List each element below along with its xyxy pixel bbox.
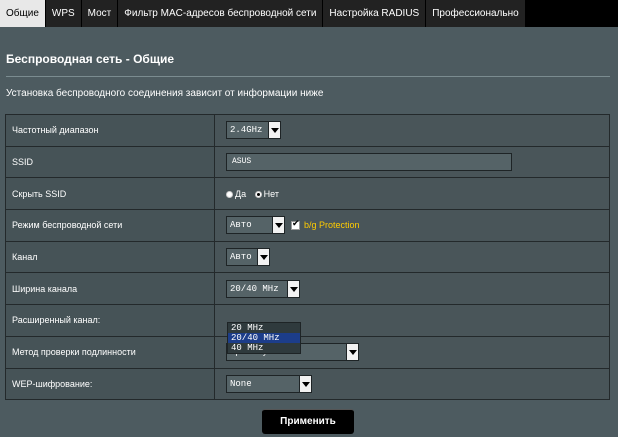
chevron-down-icon bbox=[287, 280, 299, 297]
ext-channel-label: Расширенный канал: bbox=[5, 304, 215, 337]
main-panel: Беспроводная сеть - Общие Установка бесп… bbox=[0, 27, 618, 437]
hide-ssid-no-radio[interactable] bbox=[254, 190, 262, 198]
chevron-down-icon bbox=[299, 375, 311, 392]
page-title: Беспроводная сеть - Общие bbox=[6, 52, 175, 66]
bandwidth-select[interactable]: 20/40 MHz bbox=[226, 279, 300, 298]
wep-label: WEP-шифрование: bbox=[5, 367, 215, 401]
tab-bridge[interactable]: Мост bbox=[81, 0, 119, 27]
row-mode: Режим беспроводной сети Авто b/g Protecti… bbox=[5, 209, 610, 242]
bandwidth-option[interactable]: 40 MHz bbox=[228, 343, 300, 353]
title-divider bbox=[6, 76, 610, 77]
chevron-down-icon bbox=[346, 344, 358, 361]
settings-table: Частотный диапазон 2.4GHz SSID ASUS Скры… bbox=[5, 114, 610, 401]
hide-ssid-yes-label: Да bbox=[235, 189, 247, 200]
row-band: Частотный диапазон 2.4GHz bbox=[5, 114, 610, 147]
band-select[interactable]: 2.4GHz bbox=[226, 121, 281, 140]
apply-button[interactable]: Применить bbox=[262, 409, 354, 434]
bandwidth-dropdown-list: 20 MHz 20/40 MHz 40 MHz bbox=[227, 322, 301, 354]
tab-bar-fill bbox=[525, 0, 618, 27]
channel-value: Авто bbox=[230, 252, 252, 263]
bandwidth-option[interactable]: 20/40 MHz bbox=[228, 333, 300, 343]
hide-ssid-label: Скрыть SSID bbox=[5, 177, 215, 211]
channel-label: Канал bbox=[5, 240, 215, 274]
ssid-label: SSID bbox=[5, 145, 215, 179]
row-ext-channel: Расширенный канал: bbox=[5, 304, 610, 337]
row-channel: Канал Авто bbox=[5, 240, 610, 274]
hide-ssid-yes-radio[interactable] bbox=[226, 190, 233, 198]
bg-protection-label: b/g Protection bbox=[304, 220, 360, 231]
tab-general[interactable]: Общие bbox=[0, 0, 46, 27]
row-wep: WEP-шифрование: None bbox=[5, 367, 610, 401]
bandwidth-value: 20/40 MHz bbox=[230, 283, 279, 294]
tab-wps[interactable]: WPS bbox=[45, 0, 82, 27]
page-description: Установка беспроводного соединения завис… bbox=[6, 88, 324, 99]
wep-select[interactable]: None bbox=[226, 374, 312, 393]
wep-value: None bbox=[230, 378, 252, 389]
row-ssid: SSID ASUS bbox=[5, 145, 610, 179]
row-hide-ssid: Скрыть SSID Да Нет bbox=[5, 177, 610, 211]
tab-bar: Общие WPS Мост Фильтр MAC-адресов беспро… bbox=[0, 0, 618, 27]
bandwidth-option[interactable]: 20 MHz bbox=[228, 323, 300, 333]
row-auth: Метод проверки подлинности Open System bbox=[5, 335, 610, 369]
auth-label: Метод проверки подлинности bbox=[5, 335, 215, 369]
bg-protection-checkbox[interactable] bbox=[291, 219, 300, 230]
band-value: 2.4GHz bbox=[230, 125, 263, 136]
chevron-down-icon bbox=[268, 122, 280, 139]
mode-label: Режим беспроводной сети bbox=[5, 209, 215, 242]
tab-professional[interactable]: Профессионально bbox=[426, 0, 526, 27]
mode-select[interactable]: Авто bbox=[226, 216, 285, 235]
hide-ssid-no-label: Нет bbox=[263, 189, 279, 200]
chevron-down-icon bbox=[272, 217, 284, 234]
row-bandwidth: Ширина канала 20/40 MHz bbox=[5, 272, 610, 306]
ssid-input[interactable]: ASUS bbox=[226, 153, 512, 172]
bandwidth-label: Ширина канала bbox=[5, 272, 215, 306]
band-label: Частотный диапазон bbox=[5, 114, 215, 147]
tab-mac-filter[interactable]: Фильтр MAC-адресов беспроводной сети bbox=[118, 0, 324, 27]
tab-radius[interactable]: Настройка RADIUS bbox=[323, 0, 427, 27]
mode-value: Авто bbox=[230, 220, 252, 231]
channel-select[interactable]: Авто bbox=[226, 248, 270, 267]
chevron-down-icon bbox=[257, 249, 269, 266]
